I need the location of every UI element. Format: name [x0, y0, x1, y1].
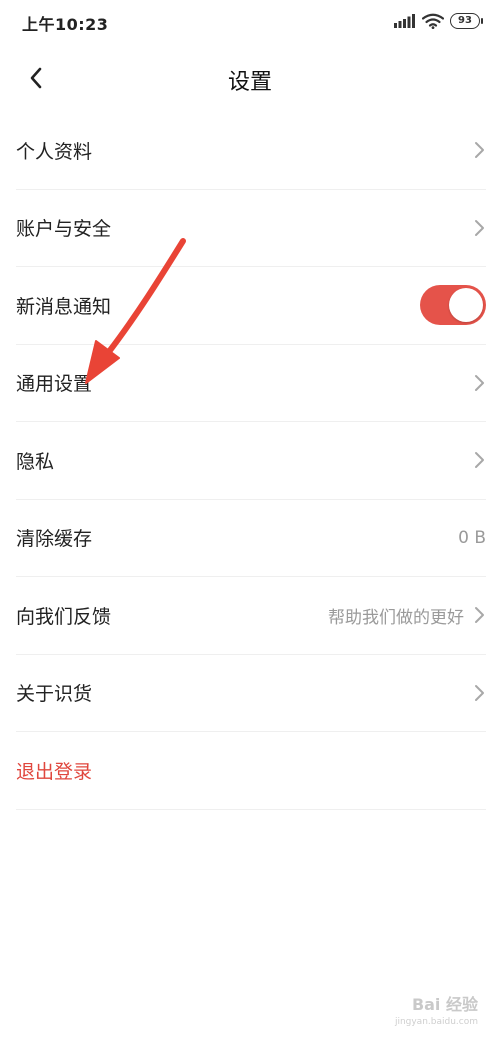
settings-item-notifications: 新消息通知 — [16, 267, 486, 345]
wifi-icon — [422, 13, 444, 29]
chevron-right-icon — [475, 684, 484, 701]
chevron-right-icon — [475, 142, 484, 159]
status-time: 上午10:23 — [22, 15, 109, 34]
toggle-knob — [449, 288, 483, 323]
settings-list: 个人资料 账户与安全 新消息通知 通用设置 隐私 清除缓存 0 B 向我们反馈 … — [0, 112, 500, 810]
battery-level: 93 — [458, 15, 472, 26]
settings-item-account-security[interactable]: 账户与安全 — [16, 190, 486, 267]
chevron-right-icon — [475, 452, 484, 469]
chevron-right-icon — [475, 374, 484, 391]
settings-item-label: 隐私 — [16, 450, 55, 473]
settings-item-feedback[interactable]: 向我们反馈 帮助我们做的更好 — [16, 577, 486, 655]
logout-button[interactable]: 退出登录 — [16, 732, 486, 810]
settings-item-label: 通用设置 — [16, 373, 93, 396]
settings-item-profile[interactable]: 个人资料 — [16, 112, 486, 190]
watermark-sub: jingyan.baidu.com — [394, 1017, 478, 1027]
settings-item-general[interactable]: 通用设置 — [16, 345, 486, 422]
battery-icon: 93 — [450, 13, 483, 29]
chevron-right-icon — [475, 219, 484, 236]
settings-item-privacy[interactable]: 隐私 — [16, 422, 486, 500]
settings-item-clear-cache[interactable]: 清除缓存 0 B — [16, 500, 486, 577]
settings-item-label: 个人资料 — [16, 140, 93, 163]
settings-item-label: 账户与安全 — [16, 218, 112, 241]
signal-icon — [394, 14, 415, 28]
settings-item-about[interactable]: 关于识货 — [16, 655, 486, 732]
status-bar: 上午10:23 93 — [0, 0, 500, 46]
cache-size: 0 B — [458, 527, 486, 548]
settings-item-label: 清除缓存 — [16, 528, 93, 551]
page-title: 设置 — [227, 70, 272, 95]
feedback-hint: 帮助我们做的更好 — [328, 607, 464, 628]
notification-toggle[interactable] — [420, 285, 486, 326]
nav-bar: 设置 — [0, 46, 500, 112]
status-icons: 93 — [394, 13, 483, 29]
chevron-right-icon — [475, 607, 484, 624]
watermark-main: Bai 经验 — [411, 995, 478, 1014]
settings-item-label: 关于识货 — [16, 683, 93, 706]
settings-item-label: 新消息通知 — [16, 295, 112, 318]
settings-item-label: 向我们反馈 — [16, 605, 112, 628]
logout-label: 退出登录 — [16, 760, 93, 783]
watermark: Bai 经验 jingyan.baidu.com — [395, 991, 478, 1027]
